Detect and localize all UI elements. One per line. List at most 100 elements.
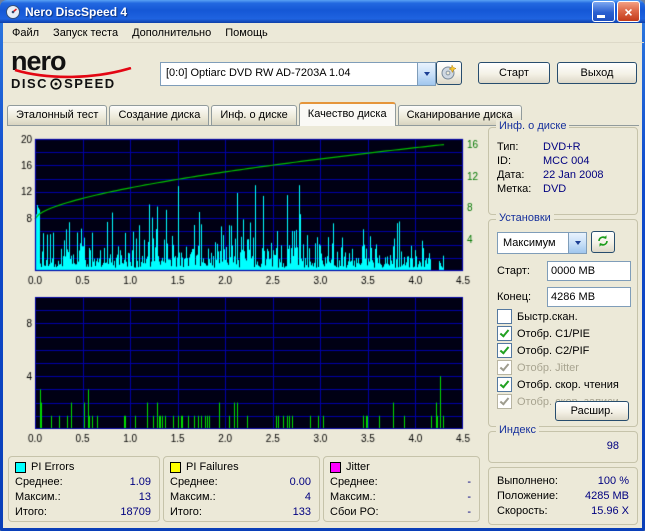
settings-field-input-1[interactable] (547, 287, 631, 307)
stat-box-title: PI Failures (164, 457, 319, 474)
stat-box-name: Jitter (346, 461, 370, 473)
stat-row-0: Среднее: 1.09 (9, 474, 159, 489)
start-button[interactable]: Старт (478, 62, 550, 84)
stat-value: - (467, 475, 471, 488)
stat-label: Максим.: (170, 490, 216, 503)
stat-label: Максим.: (330, 490, 376, 503)
nero-logo: nero DISC SPEED (11, 48, 163, 93)
stat-label: Максим.: (15, 490, 61, 503)
client-area: Файл Запуск теста Дополнительно Помощь nero… (3, 23, 644, 528)
chevron-down-icon (423, 72, 430, 76)
window-title: Nero DiscSpeed 4 (25, 4, 128, 19)
progress-value: 15.96 X (591, 504, 629, 517)
settings-field-label: Старт: (497, 265, 530, 277)
stat-box-name: PI Errors (31, 461, 75, 473)
menu-item-3[interactable]: Помощь (218, 25, 275, 41)
checkbox-box-icon (497, 394, 512, 409)
settings-fields: Старт: Конец: (497, 258, 631, 310)
progress-value: 100 % (597, 474, 629, 487)
settings-checkboxes: Быстр.скан. Отобр. C1/PIE Отобр. C2/PIF Ото… (497, 308, 633, 410)
checkbox-4[interactable]: Отобр. скор. чтения (497, 376, 633, 393)
pi-failures-chart (5, 291, 485, 447)
pi-errors-chart (5, 133, 485, 289)
disc-info-title: Инф. о диске (496, 120, 570, 132)
stat-value: 133 (292, 505, 311, 518)
minimize-icon (597, 14, 605, 18)
stat-row-1: Максим.: - (324, 489, 479, 504)
disc-info-row-3: Метка: DVD (497, 182, 633, 196)
checkbox-label: Отобр. C2/PIF (517, 344, 590, 357)
drive-select[interactable]: [0:0] Optiarc DVD RW AD-7203A 1.04 (160, 62, 436, 86)
disc-info-value: DVD+R (543, 141, 581, 153)
tab-0[interactable]: Эталонный тест (7, 105, 108, 125)
disc-info-value: DVD (543, 183, 567, 195)
checkbox-label: Отобр. Jitter (517, 361, 579, 374)
nero-swoosh-icon (14, 67, 132, 79)
refresh-button[interactable] (591, 231, 615, 253)
stat-value: 4 (304, 490, 311, 503)
checkbox-1[interactable]: Отобр. C1/PIE (497, 325, 633, 342)
menu-item-0[interactable]: Файл (5, 25, 46, 41)
advanced-button[interactable]: Расшир. (555, 401, 629, 421)
close-icon: × (624, 3, 633, 20)
progress-row-1: Положение: 4285 MB (489, 488, 637, 503)
checkbox-box-icon (497, 309, 512, 324)
legend-chip-icon (330, 461, 341, 473)
checkbox-box-icon (497, 377, 512, 392)
close-button[interactable]: × (617, 1, 640, 22)
menu-item-2[interactable]: Дополнительно (125, 25, 218, 41)
disc-info-label: ID: (497, 155, 512, 167)
settings-title: Установки (496, 212, 554, 224)
settings-field-label: Конец: (497, 291, 532, 303)
disc-info-row-2: Дата: 22 Jan 2008 (497, 168, 633, 182)
chevron-down-icon (574, 241, 581, 245)
checkbox-box-icon (497, 343, 512, 358)
checkbox-2[interactable]: Отобр. C2/PIF (497, 342, 633, 359)
stat-box-title: PI Errors (9, 457, 159, 474)
legend-chip-icon (170, 461, 181, 473)
title-bar: Nero DiscSpeed 4 × (0, 0, 645, 23)
tab-1[interactable]: Создание диска (109, 105, 210, 125)
stat-value: 18709 (120, 505, 151, 518)
tab-2[interactable]: Инф. о диске (211, 105, 297, 125)
index-group: Индекс 98 (488, 424, 638, 463)
stat-box-title: Jitter (324, 457, 479, 474)
disc-info-row-0: Тип: DVD+R (497, 140, 633, 154)
stat-row-0: Среднее: - (324, 474, 479, 489)
hand-disc-icon (441, 63, 457, 79)
stat-box-2: Jitter Среднее: - Максим.: - Сбои PO: - (323, 456, 480, 522)
disc-info-row-1: ID: MCC 004 (497, 154, 633, 168)
app-window: Nero DiscSpeed 4 × Файл Запуск теста Допол… (0, 0, 645, 531)
stat-label: Среднее: (170, 475, 218, 488)
stat-row-2: Сбои PO: - (324, 504, 479, 519)
speed-select[interactable]: Максимум (497, 232, 587, 254)
legend-chip-icon (15, 461, 26, 473)
menu-item-1[interactable]: Запуск теста (46, 25, 125, 41)
settings-field-row-0: Старт: (497, 258, 631, 284)
progress-group: Выполнено: 100 % Положение: 4285 MB Скорость… (488, 467, 638, 525)
checkbox-0[interactable]: Быстр.скан. (497, 308, 633, 325)
stat-label: Итого: (170, 505, 202, 518)
disc-info-label: Тип: (497, 141, 519, 153)
settings-field-row-1: Конец: (497, 284, 631, 310)
disc-info-label: Метка: (497, 183, 532, 195)
stat-label: Среднее: (15, 475, 63, 488)
disc-info-label: Дата: (497, 169, 525, 181)
progress-label: Скорость: (497, 504, 548, 517)
menu-bar: Файл Запуск теста Дополнительно Помощь (3, 23, 644, 43)
settings-field-input-0[interactable] (547, 261, 631, 281)
eject-button[interactable] (436, 61, 462, 85)
checkbox-box-icon (497, 326, 512, 341)
checkbox-3[interactable]: Отобр. Jitter (497, 359, 633, 376)
exit-button[interactable]: Выход (557, 62, 637, 84)
drive-select-arrow (417, 63, 435, 85)
progress-label: Выполнено: (497, 474, 558, 487)
stat-value: - (467, 505, 471, 518)
disc-info-group: Инф. о диске Тип: DVD+R ID: MCC 004 Дата: 22 … (488, 120, 638, 215)
refresh-icon (598, 234, 608, 247)
minimize-button[interactable] (592, 1, 615, 22)
index-value: 98 (606, 440, 619, 452)
stat-value: - (467, 490, 471, 503)
tab-3[interactable]: Качество диска (298, 102, 396, 126)
index-title: Индекс (496, 424, 539, 436)
